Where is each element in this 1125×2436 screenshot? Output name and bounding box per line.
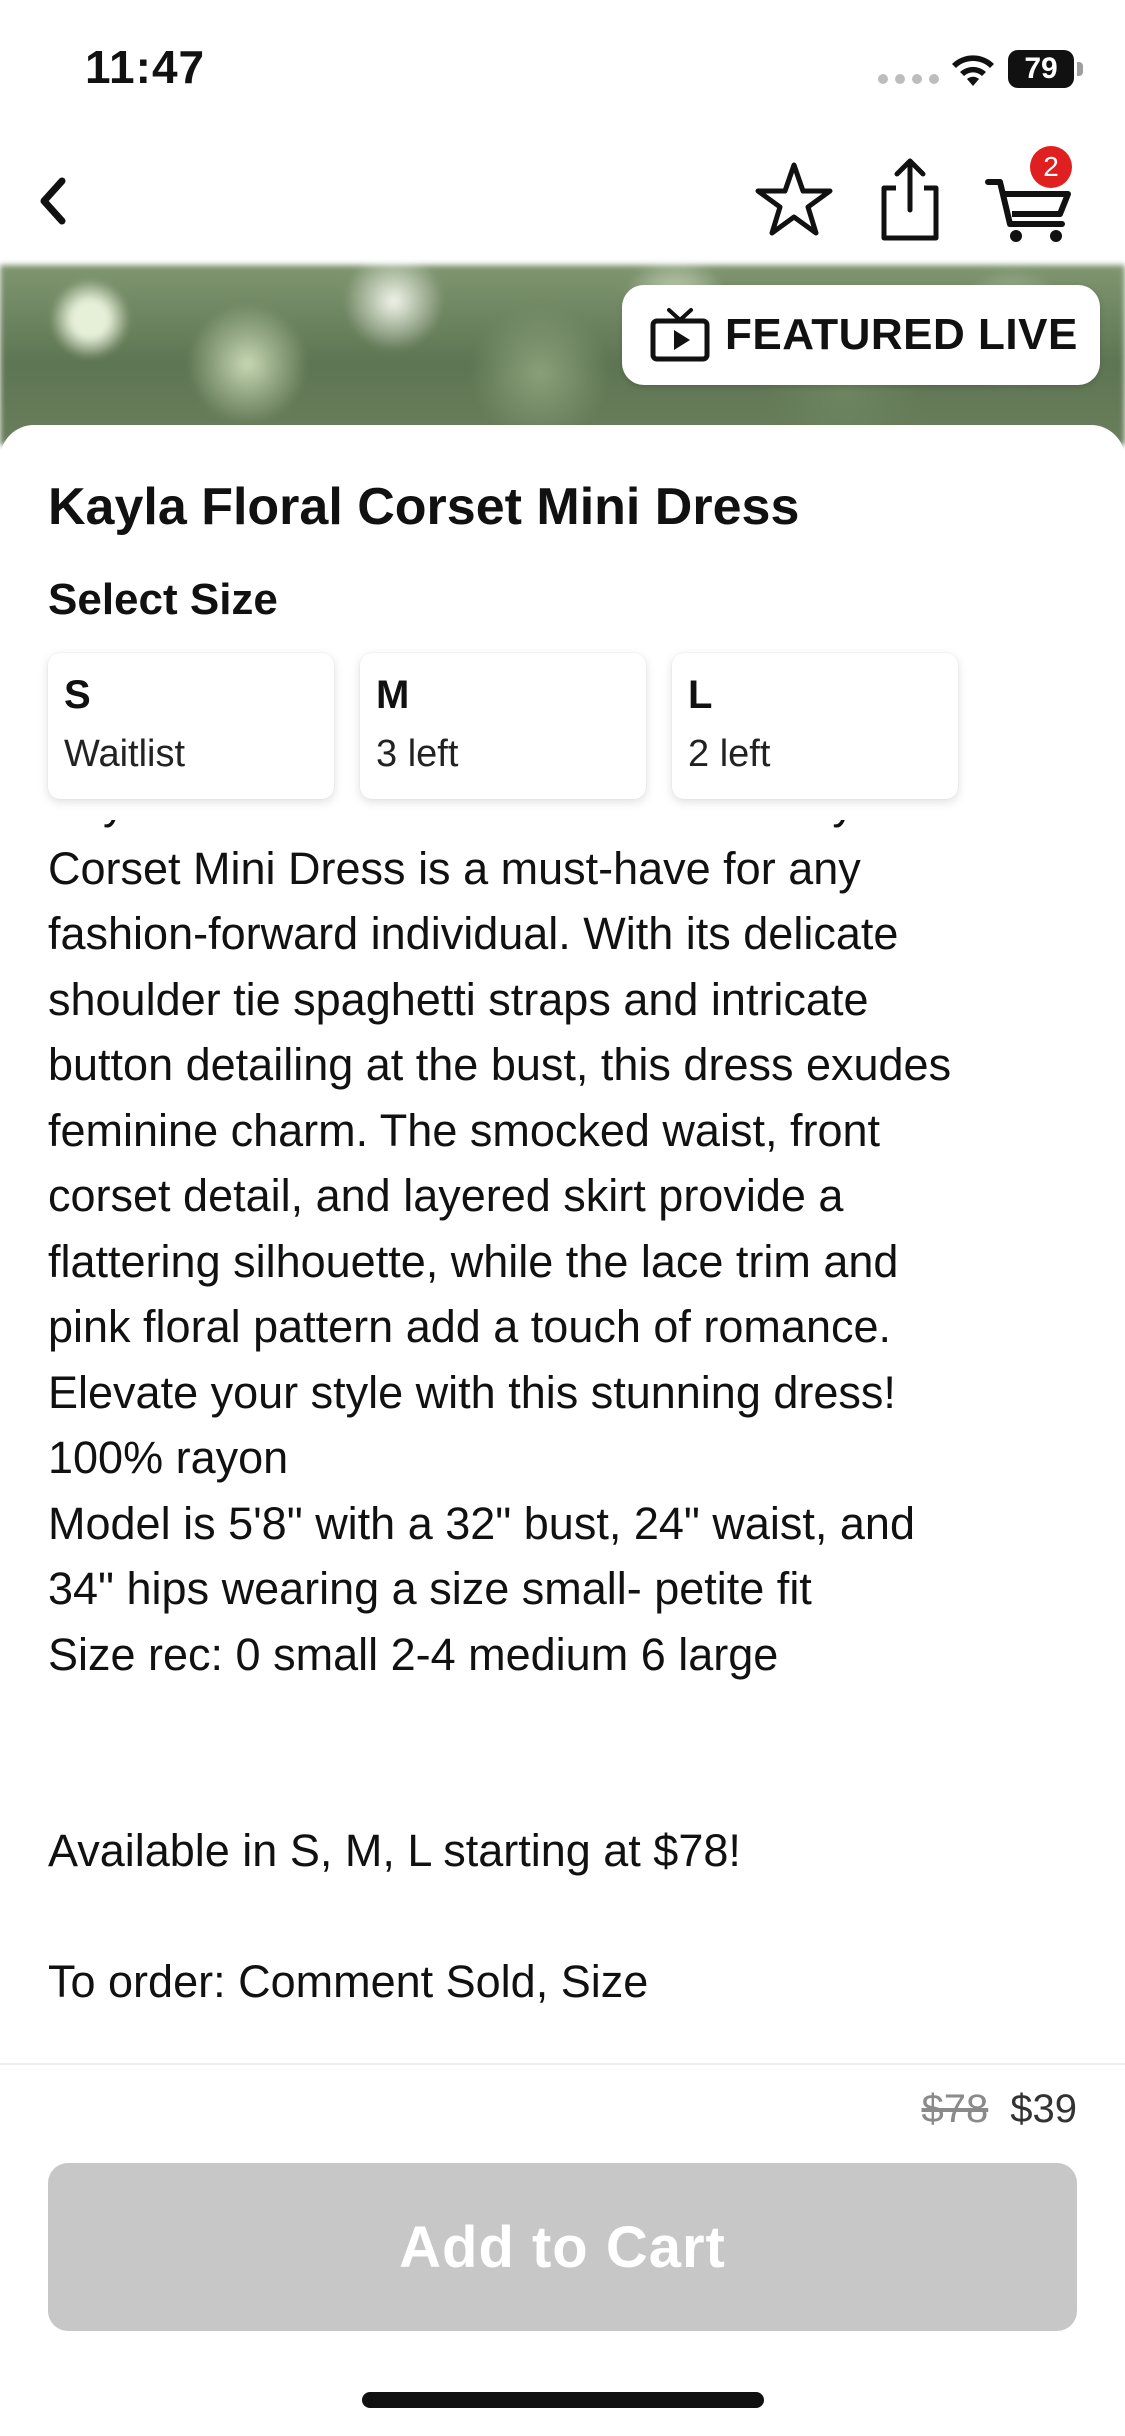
add-to-cart-button[interactable]: Add to Cart [48, 2163, 1077, 2331]
description-scroll-area[interactable]: Kayla Floral Corset Mini Dress: This Kay… [0, 820, 1125, 2060]
back-chevron-icon[interactable] [20, 155, 100, 245]
size-option-l[interactable]: L 2 left [672, 653, 958, 799]
size-name: L [688, 673, 713, 717]
original-price: $78 [921, 2087, 989, 2131]
select-size-label: Select Size [48, 575, 278, 624]
price-row: $78 $39 [922, 2087, 1078, 2132]
featured-live-badge[interactable]: FEATURED LIVE [622, 285, 1100, 385]
product-sheet: Kayla Floral Corset Mini Dress Select Si… [0, 425, 1125, 2065]
product-description: Kayla Floral Corset Mini Dress: This Kay… [48, 820, 1015, 2007]
sale-price: $39 [1010, 2087, 1077, 2131]
battery-level: 79 [1008, 50, 1074, 88]
cart-badge: 2 [1030, 146, 1072, 188]
size-stock: 2 left [688, 733, 771, 775]
cellular-signal-icon [878, 74, 939, 84]
product-detail-screen: 11:47 79 2 FEATURED LIVE Kayla Floral Co… [0, 0, 1125, 2436]
home-indicator[interactable] [362, 2392, 764, 2408]
tv-play-icon [650, 308, 710, 362]
size-option-m[interactable]: M 3 left [360, 653, 646, 799]
star-icon[interactable] [752, 155, 836, 245]
featured-live-label: FEATURED LIVE [725, 310, 1078, 359]
product-title: Kayla Floral Corset Mini Dress [48, 478, 800, 536]
status-time: 11:47 [85, 41, 206, 93]
wifi-icon [952, 55, 994, 86]
size-name: M [376, 673, 410, 717]
battery-icon: 79 [1008, 50, 1084, 88]
size-stock: Waitlist [64, 733, 186, 775]
size-options: S Waitlist M 3 left L 2 left [48, 653, 958, 799]
size-stock: 3 left [376, 733, 459, 775]
nav-bar [0, 140, 1125, 265]
share-icon[interactable] [870, 150, 950, 246]
status-bar: 11:47 79 [0, 0, 1125, 140]
size-option-s[interactable]: S Waitlist [48, 653, 334, 799]
purchase-bar: $78 $39 Add to Cart [0, 2063, 1125, 2436]
size-name: S [64, 673, 91, 717]
